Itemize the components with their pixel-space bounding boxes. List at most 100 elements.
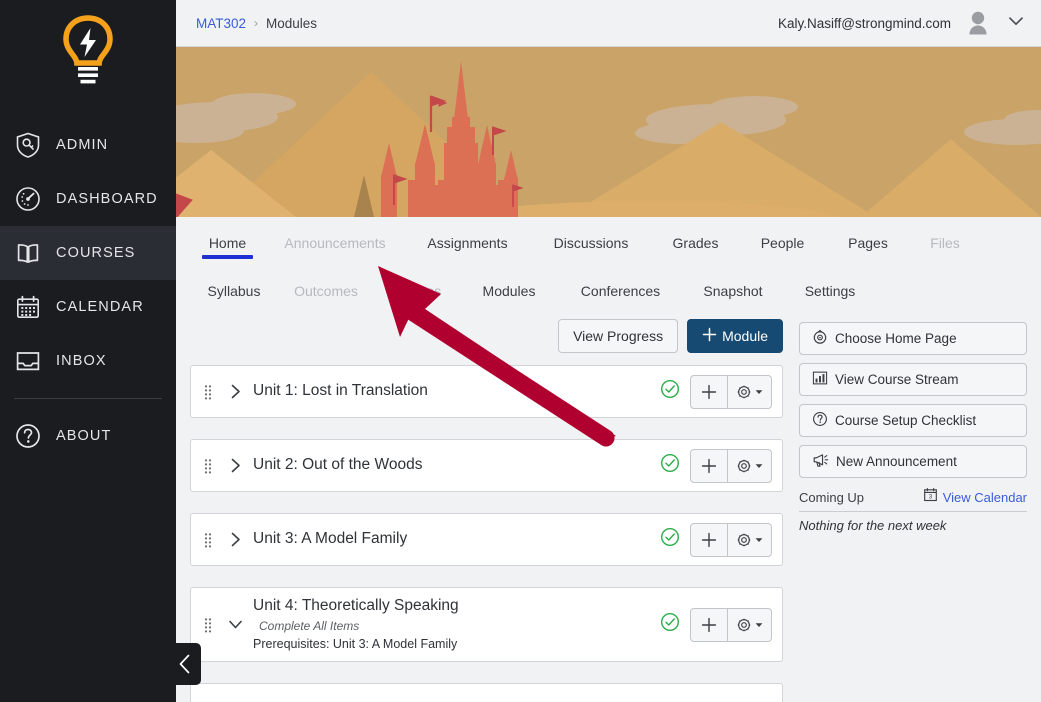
- module-text-block: Unit 2: Out of the Woods: [253, 448, 660, 483]
- calendar-icon: 3: [923, 487, 938, 507]
- module-settings-menu-button[interactable]: [728, 374, 772, 409]
- tab-label: Conferences: [580, 283, 661, 299]
- view-progress-button[interactable]: View Progress: [558, 319, 679, 353]
- add-module-label: Module: [722, 328, 768, 344]
- module-text-block: Unit 1: Lost in Translation: [253, 374, 660, 409]
- tab-snapshot[interactable]: Snapshot: [681, 279, 785, 305]
- new-announcement-button[interactable]: New Announcement: [799, 445, 1027, 478]
- sidebar-item-calendar[interactable]: CALENDAR: [0, 280, 176, 334]
- modules-toolbar: View Progress Module: [190, 305, 783, 365]
- published-check-icon[interactable]: [660, 527, 680, 552]
- tab-outcomes[interactable]: Outcomes: [278, 279, 374, 305]
- drag-handle-icon[interactable]: [199, 384, 217, 400]
- table-row[interactable]: Unit 4: Theoretically Speaking Complete …: [190, 587, 783, 662]
- module-settings-menu-button[interactable]: [728, 522, 772, 557]
- module-settings-menu-button[interactable]: [728, 448, 772, 483]
- view-calendar-label: View Calendar: [942, 489, 1027, 505]
- module-button-group: [690, 374, 772, 409]
- module-button-group: [690, 522, 772, 557]
- published-check-icon[interactable]: [660, 612, 680, 637]
- chevron-right-icon[interactable]: [217, 531, 253, 548]
- tab-label: Settings: [804, 283, 856, 299]
- sidebar-item-about[interactable]: ABOUT: [0, 409, 176, 463]
- sidebar-item-dashboard[interactable]: DASHBOARD: [0, 172, 176, 226]
- published-check-icon[interactable]: [660, 379, 680, 404]
- add-module-item-button[interactable]: [690, 448, 728, 483]
- breadcrumb-course-link[interactable]: MAT302: [196, 16, 246, 31]
- tab-settings[interactable]: Settings: [785, 279, 875, 305]
- chevron-down-icon[interactable]: [217, 616, 253, 633]
- course-navigation-tabs: Home Announcements Assignments Discussio…: [176, 217, 1041, 305]
- sidebar-item-label: ABOUT: [56, 428, 112, 444]
- tab-people[interactable]: People: [739, 231, 826, 257]
- lightbulb-logo-icon: [63, 15, 113, 84]
- add-module-item-button[interactable]: [690, 522, 728, 557]
- module-prerequisites: Prerequisites: Unit 3: A Model Family: [253, 636, 458, 651]
- speedometer-icon: [14, 185, 42, 213]
- module-title: Unit 3: A Model Family: [253, 530, 408, 548]
- megaphone-icon: [812, 452, 829, 471]
- drag-handle-icon[interactable]: [199, 458, 217, 474]
- page-content: View Progress Module Unit 1: Lost in Tra…: [176, 305, 1041, 702]
- drag-handle-icon[interactable]: [199, 617, 217, 633]
- course-setup-checklist-button[interactable]: Course Setup Checklist: [799, 404, 1027, 437]
- table-row[interactable]: Unit 1: Lost in Translation: [190, 365, 783, 418]
- sidebar-item-inbox[interactable]: INBOX: [0, 334, 176, 388]
- global-navigation: ADMIN DASHBOARD COURSES CALENDAR INBOX A…: [0, 0, 176, 702]
- tab-pages[interactable]: Pages: [826, 231, 910, 257]
- tab-discussions[interactable]: Discussions: [530, 231, 652, 257]
- tab-label: Snapshot: [703, 283, 763, 299]
- shield-key-icon: [14, 131, 42, 159]
- collapse-sidebar-button[interactable]: [176, 643, 201, 685]
- module-title: Unit 1: Lost in Translation: [253, 382, 428, 400]
- tab-quizzes[interactable]: Quizzes: [374, 279, 458, 305]
- sidebar-item-courses[interactable]: COURSES: [0, 226, 176, 280]
- user-avatar-icon[interactable]: [963, 8, 993, 38]
- view-calendar-link[interactable]: 3 View Calendar: [923, 487, 1027, 507]
- global-nav-list: ADMIN DASHBOARD COURSES CALENDAR INBOX A…: [0, 118, 176, 463]
- tab-assignments[interactable]: Assignments: [405, 231, 530, 257]
- view-course-stream-button[interactable]: View Course Stream: [799, 363, 1027, 396]
- published-check-icon[interactable]: [660, 453, 680, 478]
- table-row[interactable]: Unit 3: A Model Family: [190, 513, 783, 566]
- caret-down-icon: [755, 537, 763, 542]
- drag-handle-icon[interactable]: [199, 532, 217, 548]
- tab-files[interactable]: Files: [910, 231, 980, 257]
- sidebar-item-label: ADMIN: [56, 137, 109, 153]
- side-button-label: Choose Home Page: [835, 331, 957, 346]
- module-title: Unit 4: Theoretically Speaking: [253, 596, 459, 614]
- sidebar-item-label: CALENDAR: [56, 299, 144, 315]
- tab-label: Announcements: [284, 235, 386, 251]
- table-row[interactable]: [190, 683, 783, 702]
- chevron-right-icon[interactable]: [217, 457, 253, 474]
- side-button-label: New Announcement: [836, 454, 957, 469]
- chevron-right-icon[interactable]: [217, 383, 253, 400]
- module-title: Unit 2: Out of the Woods: [253, 456, 423, 474]
- add-module-button[interactable]: Module: [687, 319, 783, 353]
- gear-icon: [737, 458, 751, 473]
- top-header-bar: MAT302 › Modules Kaly.Nasiff@strongmind.…: [176, 0, 1041, 47]
- bar-chart-icon: [812, 370, 828, 389]
- module-row-actions: [660, 522, 772, 557]
- module-row-actions: [660, 448, 772, 483]
- course-tabs-row-1: Home Announcements Assignments Discussio…: [176, 231, 1041, 259]
- tab-conferences[interactable]: Conferences: [560, 279, 681, 305]
- add-module-item-button[interactable]: [690, 607, 728, 642]
- module-button-group: [690, 607, 772, 642]
- module-settings-menu-button[interactable]: [728, 607, 772, 642]
- canvas-app-root: ADMIN DASHBOARD COURSES CALENDAR INBOX A…: [0, 0, 1041, 702]
- table-row[interactable]: Unit 2: Out of the Woods: [190, 439, 783, 492]
- tab-label: Quizzes: [390, 283, 442, 299]
- sidebar-item-admin[interactable]: ADMIN: [0, 118, 176, 172]
- module-row-actions: [660, 374, 772, 409]
- tab-modules[interactable]: Modules: [458, 279, 560, 305]
- tab-grades[interactable]: Grades: [652, 231, 739, 257]
- tab-announcements[interactable]: Announcements: [265, 231, 405, 257]
- add-module-item-button[interactable]: [690, 374, 728, 409]
- tab-home[interactable]: Home: [190, 231, 265, 259]
- tab-syllabus[interactable]: Syllabus: [190, 279, 278, 305]
- choose-home-page-button[interactable]: Choose Home Page: [799, 322, 1027, 355]
- nav-divider: [14, 398, 162, 399]
- chevron-down-icon[interactable]: [1005, 10, 1027, 37]
- brand-logo[interactable]: [0, 0, 176, 104]
